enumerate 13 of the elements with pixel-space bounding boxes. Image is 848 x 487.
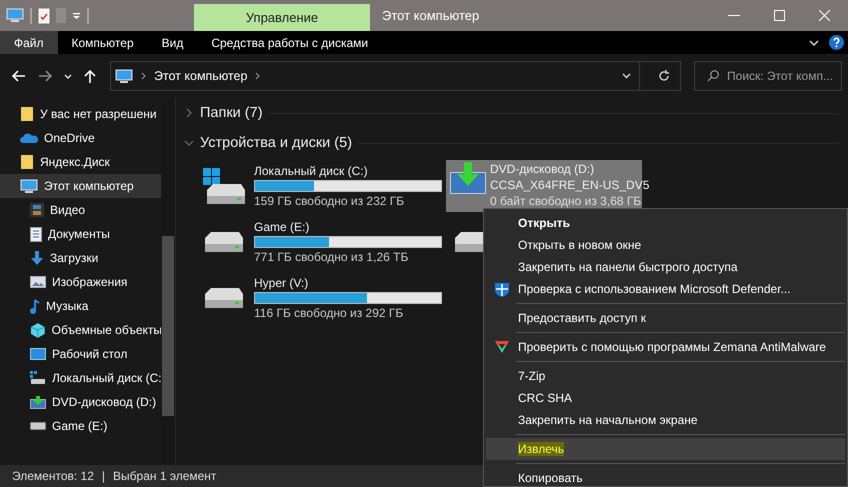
window-title: Этот компьютер <box>381 7 480 25</box>
item-count: Элементов: 12 <box>12 469 94 483</box>
selection-count: Выбран 1 элемент <box>113 469 216 483</box>
free-space: 159 ГБ свободно из 232 ГБ <box>254 194 406 208</box>
free-space: 116 ГБ свободно из 292 ГБ <box>254 306 404 320</box>
drive-name: Локальный диск (C:) <box>254 164 369 178</box>
status-divider: | <box>102 469 106 483</box>
free-space: 771 ГБ свободно из 1,26 ТБ <box>254 250 410 264</box>
free-space: 0 байт свободно из 3,68 ГБ <box>490 194 642 208</box>
address-path: Этот компьютер <box>154 69 248 83</box>
drive-name: Game (E:) <box>254 220 310 234</box>
drive-name: DVD-дисковод (D:) <box>490 162 596 176</box>
drive-name: Hyper (V:) <box>254 276 310 290</box>
